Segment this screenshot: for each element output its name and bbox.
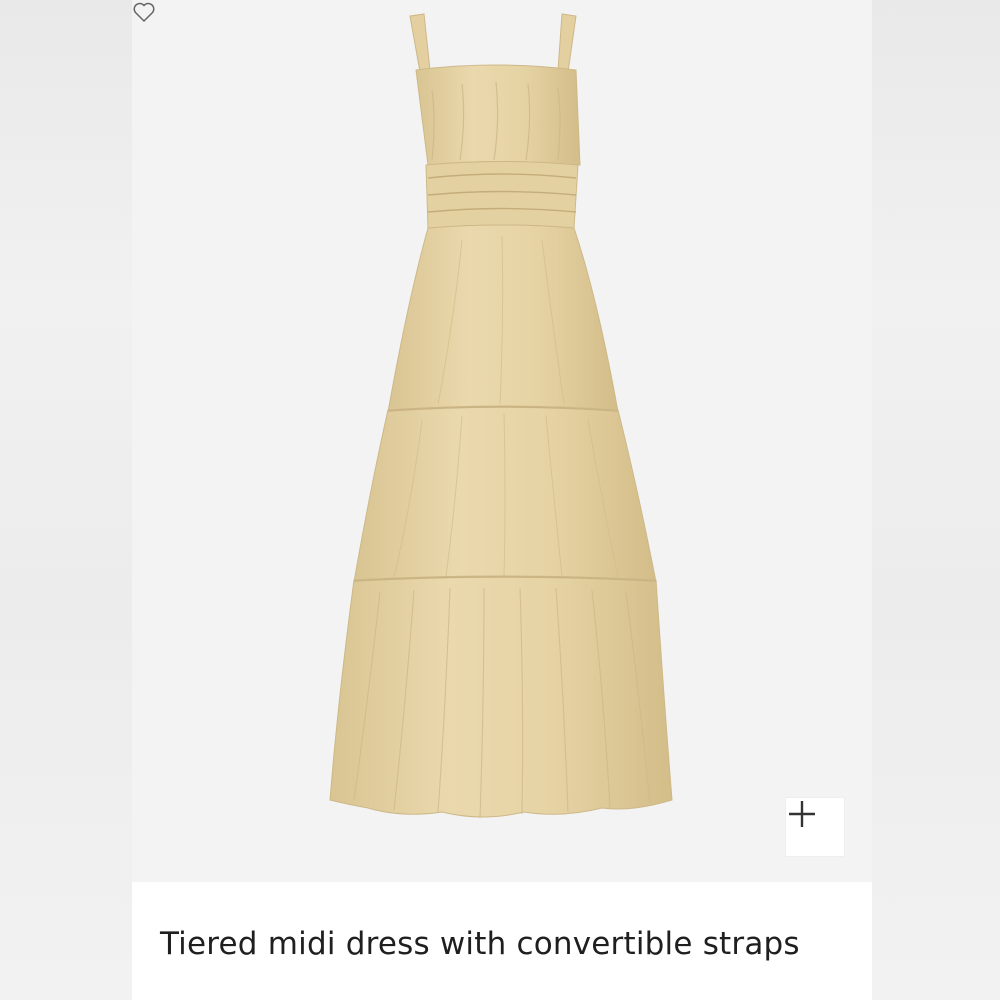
product-image[interactable]: [132, 0, 872, 882]
blurred-background-right: [872, 0, 1000, 1000]
screen: Tiered midi dress with convertible strap…: [0, 0, 1000, 1000]
dress-illustration: [329, 13, 673, 819]
product-title[interactable]: Tiered midi dress with convertible strap…: [160, 926, 800, 962]
heart-icon[interactable]: [132, 0, 156, 24]
product-card: Tiered midi dress with convertible strap…: [132, 0, 872, 1000]
plus-icon: [789, 801, 815, 827]
zoom-button[interactable]: [786, 798, 844, 856]
blurred-background-left: [0, 0, 132, 1000]
caption-bar: Tiered midi dress with convertible strap…: [132, 882, 872, 1000]
